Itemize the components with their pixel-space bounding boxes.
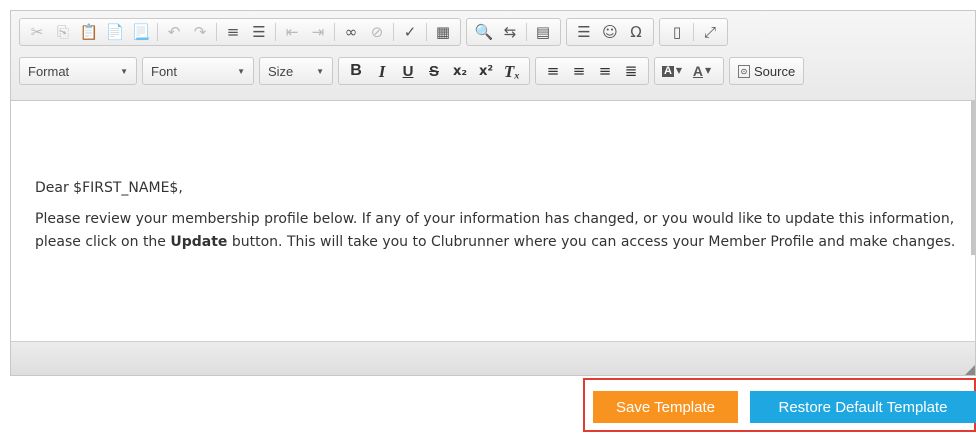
source-button-inner: ⊙ Source	[734, 60, 799, 82]
toolbar-group-2: 🔍 ⇆ ▤	[466, 18, 561, 46]
undo-icon[interactable]: ↶	[163, 21, 185, 43]
show-blocks-icon[interactable]: ▯	[666, 21, 688, 43]
greeting-text: Dear $FIRST_NAME$,	[35, 180, 183, 196]
align-buttons-group: ≡ ≡ ≡ ≣	[535, 57, 649, 85]
restore-default-template-button[interactable]: Restore Default Template	[750, 391, 976, 423]
page-break-icon[interactable]: ▤	[532, 21, 554, 43]
underline-icon[interactable]: U	[397, 60, 419, 82]
table-icon[interactable]: ▦	[432, 21, 454, 43]
update-bold-text: Update	[170, 234, 228, 250]
color-buttons-group: A ▼ A ▼	[654, 57, 724, 85]
toolbar-separator	[693, 23, 694, 41]
content-scrollbar[interactable]	[971, 101, 975, 255]
chevron-down-icon: ▼	[237, 66, 245, 76]
format-dropdown-label: Format	[28, 63, 70, 79]
source-button[interactable]: ⊙ Source	[729, 57, 805, 85]
size-dropdown-label: Size	[268, 63, 294, 79]
spellcheck-icon[interactable]: ✓	[399, 21, 421, 43]
source-label: Source	[754, 63, 796, 79]
editor-content-area[interactable]: Dear $FIRST_NAME$, Please review your me…	[11, 101, 975, 343]
horizontal-rule-icon[interactable]: ☰	[573, 21, 595, 43]
paste-text-icon[interactable]: 📄	[104, 21, 126, 43]
italic-icon[interactable]: I	[371, 60, 393, 82]
font-dropdown-label: Font	[151, 63, 178, 79]
toolbar-group-4: ▯ ⤢	[659, 18, 728, 46]
toolbar-separator	[526, 23, 527, 41]
background-color-icon[interactable]: A ▼	[661, 60, 683, 82]
save-template-button[interactable]: Save Template	[593, 391, 738, 423]
toolbar-separator	[275, 23, 276, 41]
paste-icon[interactable]: 📋	[78, 21, 100, 43]
text-color-icon[interactable]: A ▼	[687, 60, 717, 82]
strikethrough-icon[interactable]: S	[423, 60, 445, 82]
numbered-list-icon[interactable]: ≡	[222, 21, 244, 43]
chevron-down-icon: ▼	[316, 66, 324, 76]
body-text-after: button. This will take you to Clubrunner…	[227, 234, 956, 250]
align-center-icon[interactable]: ≡	[568, 60, 590, 82]
toolbar-row-1: ✂ ⎘ 📋 📄 📃 ↶ ↷ ≡ ☰ ⇤ ⇥ ∞ ⊘ ✓ ▦ 🔍 ⇆ ▤ ☰ ☺ Ω ▯ ⤢	[19, 17, 733, 47]
special-char-icon[interactable]: Ω	[625, 21, 647, 43]
toolbar-separator	[393, 23, 394, 41]
copy-icon[interactable]: ⎘	[52, 21, 74, 43]
toolbar-row-2: Format ▼ Font ▼ Size ▼ B I U Sx₂ x² Tₓ ≡ ≡ ≡ ≣ A…	[19, 56, 809, 86]
paste-word-icon[interactable]: 📃	[130, 21, 152, 43]
bold-icon[interactable]: B	[345, 60, 367, 82]
unlink-icon[interactable]: ⊘	[366, 21, 388, 43]
toolbar-group-3: ☰ ☺ Ω	[566, 18, 654, 46]
smiley-icon[interactable]: ☺	[599, 21, 621, 43]
toolbar-separator	[216, 23, 217, 41]
find-icon[interactable]: 🔍	[473, 21, 495, 43]
toolbar-separator	[426, 23, 427, 41]
chevron-down-icon: ▼	[120, 66, 128, 76]
toolbar-group-1: ✂ ⎘ 📋 📄 📃 ↶ ↷ ≡ ☰ ⇤ ⇥ ∞ ⊘ ✓ ▦	[19, 18, 461, 46]
subscript-icon[interactable]: x₂	[449, 60, 471, 82]
toolbar-separator	[334, 23, 335, 41]
font-dropdown[interactable]: Font ▼	[142, 57, 254, 85]
editor-toolbar: ✂ ⎘ 📋 📄 📃 ↶ ↷ ≡ ☰ ⇤ ⇥ ∞ ⊘ ✓ ▦ 🔍 ⇆ ▤ ☰ ☺ Ω ▯ ⤢ Format ▼ Font ▼ …	[11, 11, 975, 101]
maximize-icon[interactable]: ⤢	[699, 21, 721, 43]
cut-icon[interactable]: ✂	[26, 21, 48, 43]
format-buttons-group: B I U Sx₂ x² Tₓ	[338, 57, 530, 85]
increase-indent-icon[interactable]: ⇥	[307, 21, 329, 43]
format-dropdown[interactable]: Format ▼	[19, 57, 137, 85]
editor-statusbar	[11, 341, 975, 375]
resize-handle-icon[interactable]	[965, 365, 975, 375]
bulleted-list-icon[interactable]: ☰	[248, 21, 270, 43]
decrease-indent-icon[interactable]: ⇤	[281, 21, 303, 43]
toolbar-separator	[157, 23, 158, 41]
template-actions: Save Template Restore Default Template	[583, 378, 976, 432]
superscript-icon[interactable]: x²	[475, 60, 497, 82]
remove-format-icon[interactable]: Tₓ	[501, 60, 523, 82]
align-left-icon[interactable]: ≡	[542, 60, 564, 82]
align-justify-icon[interactable]: ≣	[620, 60, 642, 82]
replace-icon[interactable]: ⇆	[499, 21, 521, 43]
size-dropdown[interactable]: Size ▼	[259, 57, 333, 85]
redo-icon[interactable]: ↷	[189, 21, 211, 43]
rich-text-editor: ✂ ⎘ 📋 📄 📃 ↶ ↷ ≡ ☰ ⇤ ⇥ ∞ ⊘ ✓ ▦ 🔍 ⇆ ▤ ☰ ☺ Ω ▯ ⤢ Format ▼ Font ▼ …	[10, 10, 976, 376]
align-right-icon[interactable]: ≡	[594, 60, 616, 82]
source-icon: ⊙	[738, 64, 750, 78]
body-paragraph: Please review your membership profile be…	[35, 208, 967, 254]
link-icon[interactable]: ∞	[340, 21, 362, 43]
